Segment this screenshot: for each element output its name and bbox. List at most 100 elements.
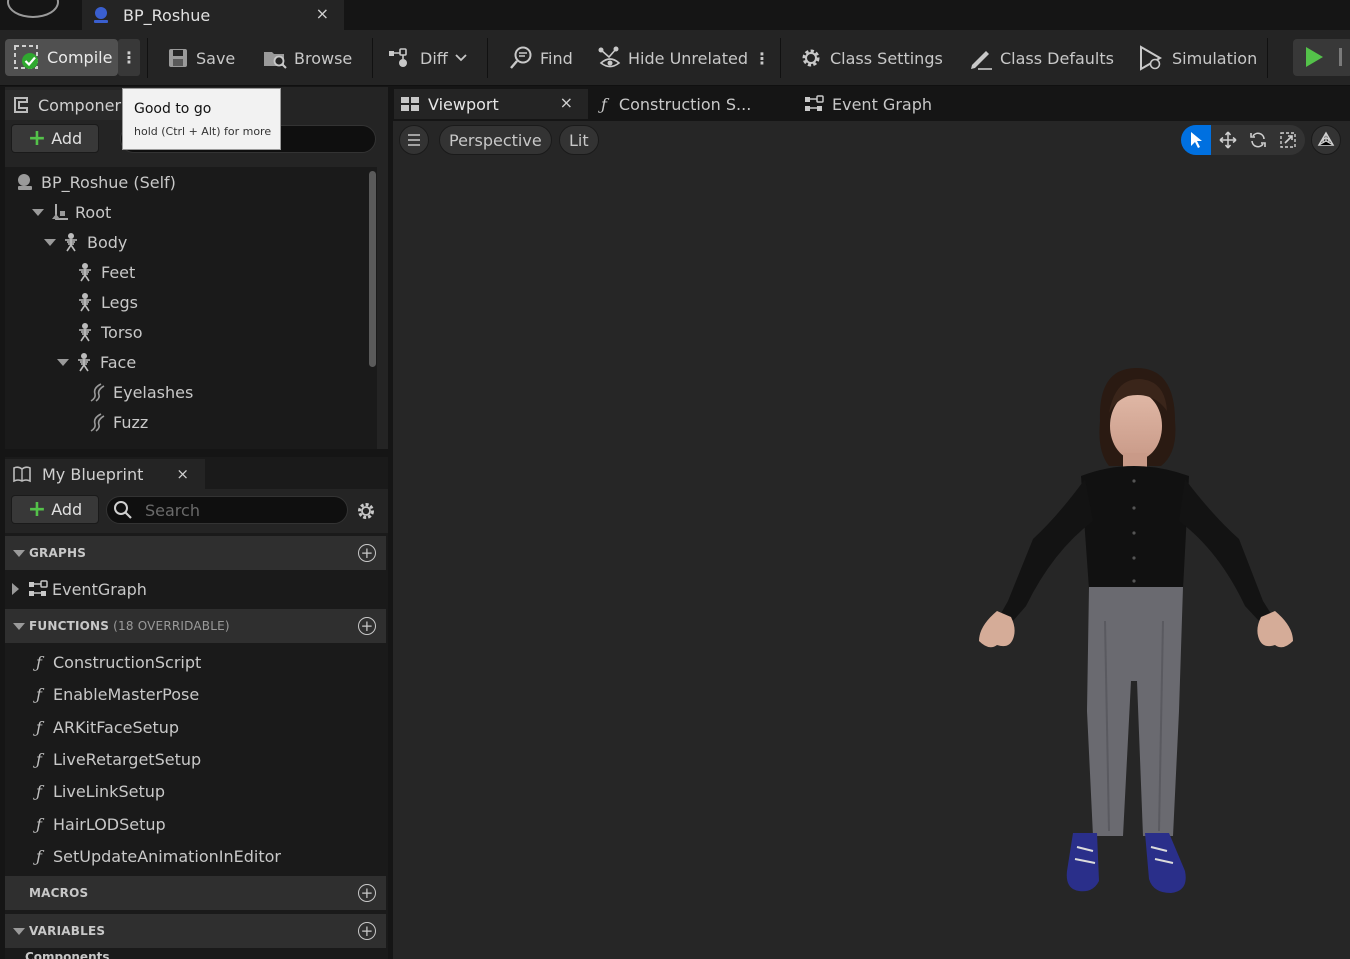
- tree-item-feet[interactable]: Feet: [75, 257, 135, 287]
- blueprint-self-icon: [18, 174, 32, 190]
- close-tab-icon[interactable]: ×: [560, 93, 573, 112]
- settings-gear-icon[interactable]: [355, 500, 377, 522]
- hide-unrelated-button[interactable]: Hide Unrelated: [596, 40, 748, 76]
- components-scrollbar[interactable]: [369, 171, 376, 367]
- function-item[interactable]: ƒ ARKitFaceSetup: [5, 711, 386, 743]
- macros-section-header[interactable]: MACROS +: [5, 876, 386, 910]
- simulation-button[interactable]: Simulation: [1138, 40, 1257, 76]
- hide-unrelated-icon: [598, 46, 621, 68]
- function-item[interactable]: ƒ LiveRetargetSetup: [5, 743, 386, 775]
- browse-icon: [264, 52, 287, 69]
- class-settings-button[interactable]: Class Settings: [798, 40, 943, 76]
- function-item-label: SetUpdateAnimationInEditor: [53, 846, 281, 866]
- function-item-label: ARKitFaceSetup: [53, 717, 180, 737]
- function-item[interactable]: ƒ SetUpdateAnimationInEditor: [5, 840, 386, 872]
- tree-item-root[interactable]: Root: [32, 197, 111, 227]
- tree-item-label: Torso: [101, 322, 143, 342]
- tree-item-legs[interactable]: Legs: [75, 287, 138, 317]
- my-blueprint-tab[interactable]: My Blueprint ×: [5, 459, 205, 489]
- compile-button[interactable]: Compile: [5, 39, 118, 76]
- browse-button[interactable]: Browse: [262, 40, 352, 76]
- function-item-label: EnableMasterPose: [53, 684, 200, 704]
- collapse-arrow-icon[interactable]: [13, 549, 25, 557]
- tree-item-eyelashes[interactable]: Eyelashes: [87, 377, 193, 407]
- skeletal-mesh-icon: [65, 233, 77, 252]
- expand-arrow-icon[interactable]: [44, 238, 56, 246]
- tree-item-label: BP_Roshue (Self): [41, 172, 176, 192]
- function-item[interactable]: ƒ EnableMasterPose: [5, 678, 386, 710]
- variables-section-header[interactable]: VARIABLES +: [5, 914, 386, 948]
- collapse-arrow-icon[interactable]: [13, 622, 25, 630]
- tooltip-hint: hold (Ctrl + Alt) for more: [134, 125, 272, 138]
- toolbar-divider: [1267, 38, 1268, 78]
- expand-arrow-icon[interactable]: [57, 358, 69, 366]
- tab-construction-script[interactable]: ƒ Construction S...: [601, 89, 791, 119]
- add-component-button[interactable]: + Add: [11, 124, 99, 153]
- graph-item-eventgraph[interactable]: EventGraph: [5, 573, 386, 605]
- find-button[interactable]: Find: [508, 40, 573, 76]
- viewport[interactable]: Perspective Lit: [393, 121, 1350, 959]
- skeletal-mesh-icon: [79, 323, 91, 342]
- components-tab[interactable]: Componer: [5, 90, 123, 120]
- function-icon: ƒ: [36, 814, 42, 834]
- tree-item-torso[interactable]: Torso: [75, 317, 143, 347]
- macros-header-label: MACROS: [29, 886, 89, 900]
- save-button[interactable]: Save: [166, 40, 235, 76]
- hide-unrelated-options-button[interactable]: ⋮: [754, 40, 770, 76]
- function-item[interactable]: ƒ ConstructionScript: [5, 646, 386, 678]
- add-variable-icon[interactable]: +: [358, 922, 376, 940]
- compile-tooltip: Good to go hold (Ctrl + Alt) for more: [122, 88, 281, 150]
- tab-viewport-label: Viewport: [428, 94, 499, 114]
- toolbar-divider: [487, 38, 488, 78]
- blueprint-icon: [94, 7, 108, 23]
- add-macro-icon[interactable]: +: [358, 884, 376, 902]
- document-tab[interactable]: BP_Roshue ×: [82, 0, 344, 30]
- function-item-label: LiveRetargetSetup: [53, 749, 202, 769]
- skeletal-mesh-icon: [78, 353, 90, 372]
- components-tree: BP_Roshue (Self) Root Body Feet Legs Tor…: [5, 167, 377, 449]
- tree-item-body[interactable]: Body: [44, 227, 127, 257]
- add-member-label: Add: [51, 500, 83, 519]
- compile-options-button[interactable]: ⋮: [118, 39, 140, 76]
- diff-button[interactable]: Diff: [388, 40, 474, 76]
- play-icon: [1306, 47, 1323, 67]
- function-item[interactable]: ƒ LiveLinkSetup: [5, 775, 386, 807]
- function-icon: ƒ: [36, 717, 42, 737]
- function-icon: ƒ: [36, 846, 42, 866]
- gear-icon: [802, 49, 820, 67]
- expand-arrow-icon[interactable]: [12, 583, 19, 595]
- function-icon: ƒ: [36, 749, 42, 769]
- character-preview[interactable]: [393, 121, 1350, 959]
- unreal-logo-icon[interactable]: [7, 0, 59, 18]
- tree-item-fuzz[interactable]: Fuzz: [87, 407, 148, 437]
- collapse-arrow-icon[interactable]: [13, 927, 25, 935]
- close-tab-icon[interactable]: ×: [316, 4, 329, 23]
- search-icon: [114, 501, 132, 519]
- diff-icon: [389, 48, 407, 67]
- add-graph-icon[interactable]: +: [358, 544, 376, 562]
- play-button[interactable]: [1293, 39, 1350, 76]
- add-function-icon[interactable]: +: [358, 617, 376, 635]
- tab-viewport[interactable]: Viewport ×: [394, 89, 588, 119]
- tree-item-self[interactable]: BP_Roshue (Self): [15, 167, 176, 197]
- expand-arrow-icon[interactable]: [32, 208, 44, 216]
- tooltip-title: Good to go: [134, 101, 212, 117]
- function-item[interactable]: ƒ HairLODSetup: [5, 808, 386, 840]
- skeletal-mesh-icon: [79, 263, 91, 282]
- functions-section-header[interactable]: FUNCTIONS (18 OVERRIDABLE) +: [5, 609, 386, 643]
- my-blueprint-search-input[interactable]: Search: [106, 496, 348, 524]
- plus-icon: +: [27, 496, 47, 522]
- class-defaults-button[interactable]: Class Defaults: [968, 40, 1114, 76]
- graphs-section-header[interactable]: GRAPHS +: [5, 536, 386, 570]
- tree-item-face[interactable]: Face: [57, 347, 136, 377]
- components-tab-label: Componer: [38, 95, 122, 115]
- diff-label: Diff: [420, 48, 448, 68]
- add-member-button[interactable]: + Add: [11, 495, 99, 524]
- play-options-divider: [1339, 48, 1342, 66]
- tab-event-graph[interactable]: Event Graph: [804, 89, 984, 119]
- event-graph-icon: [805, 95, 824, 111]
- close-icon[interactable]: ×: [176, 465, 189, 483]
- variables-category-components[interactable]: Components: [25, 951, 110, 959]
- my-blueprint-toolbar: + Add Search: [5, 489, 388, 533]
- graph-item-label: EventGraph: [52, 579, 147, 599]
